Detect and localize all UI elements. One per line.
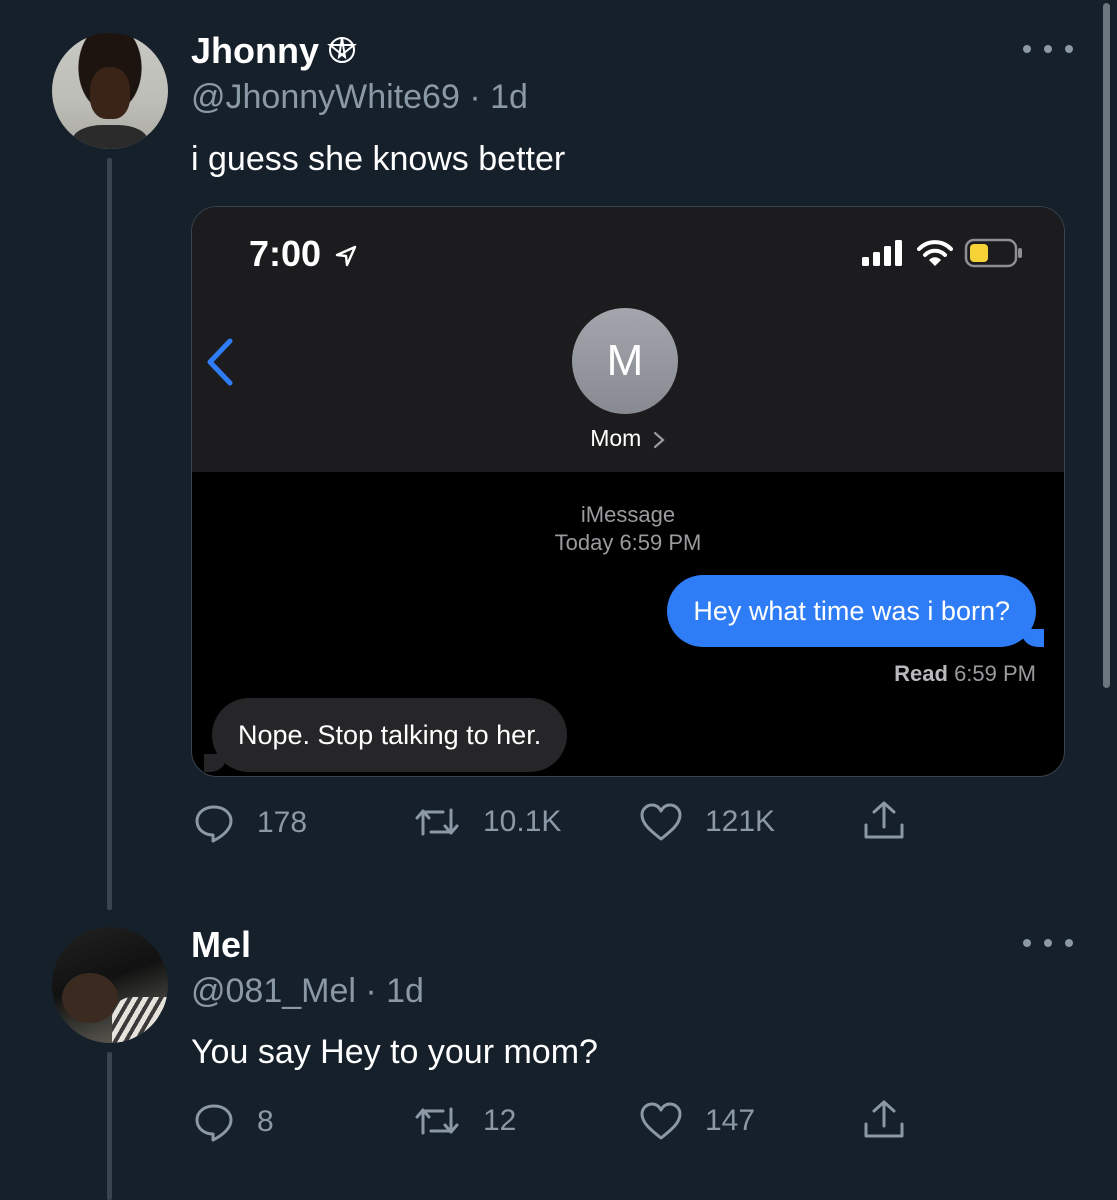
avatar-mel[interactable]: [52, 927, 168, 1043]
back-chevron-icon[interactable]: [204, 337, 236, 387]
like-button[interactable]: 147: [639, 1101, 755, 1141]
imessage-header: 7:00 M Mom: [192, 207, 1064, 472]
retweet-button[interactable]: 12: [413, 1101, 516, 1141]
like-button[interactable]: 121K: [639, 802, 775, 842]
tweet-media-image[interactable]: 7:00 M Mom iMessage Today 6:59 PM Hey wh…: [191, 206, 1065, 777]
thread-line-top: [107, 158, 112, 910]
chevron-right-icon: [653, 431, 665, 449]
tweet-text-jhonny: i guess she knows better: [191, 140, 566, 178]
share-icon: [864, 1100, 904, 1138]
retweet-count: 12: [483, 1104, 517, 1137]
conversation-timestamp: iMessage Today 6:59 PM: [554, 502, 702, 555]
more-options-icon[interactable]: [1023, 42, 1073, 56]
like-count: 121K: [705, 805, 776, 838]
location-arrow-icon: [335, 246, 357, 267]
pentagram-icon: [327, 32, 357, 74]
reply-count: 178: [257, 806, 308, 839]
battery-icon: [964, 238, 1022, 268]
contact-avatar[interactable]: M: [572, 308, 678, 414]
handle-mel[interactable]: @081_Mel · 1d: [191, 972, 424, 1011]
share-button[interactable]: [862, 1098, 928, 1142]
wifi-icon: [917, 240, 953, 266]
reply-button[interactable]: 8: [193, 1101, 274, 1143]
signal-icon: [862, 240, 902, 266]
retweet-icon: [415, 1107, 459, 1135]
reply-icon: [195, 1104, 233, 1142]
share-button[interactable]: [862, 799, 928, 843]
tweet-text-mel: You say Hey to your mom?: [191, 1033, 598, 1071]
heart-icon: [640, 803, 682, 841]
avatar-jhonny[interactable]: [52, 33, 168, 149]
like-count: 147: [705, 1104, 756, 1137]
reply-count: 8: [257, 1105, 274, 1138]
outgoing-message-bubble: Hey what time was i born?: [667, 575, 1044, 647]
status-bar-time: 7:00: [249, 233, 359, 275]
retweet-button[interactable]: 10.1K: [413, 802, 561, 842]
retweet-count: 10.1K: [483, 805, 562, 838]
display-name-jhonny[interactable]: Jhonny: [191, 30, 357, 74]
read-receipt: Read 6:59 PM: [894, 661, 1036, 686]
scrollbar[interactable]: [1103, 3, 1110, 688]
share-icon: [864, 801, 904, 839]
reply-icon: [195, 805, 233, 843]
thread-line-bottom: [107, 1052, 112, 1200]
display-name-text[interactable]: Jhonny: [191, 30, 319, 71]
display-name-mel[interactable]: Mel: [191, 924, 251, 966]
heart-icon: [640, 1102, 682, 1140]
reply-button[interactable]: 178: [193, 802, 307, 844]
retweet-icon: [415, 808, 459, 836]
incoming-message-bubble: Nope. Stop talking to her.: [203, 698, 568, 772]
contact-name[interactable]: Mom: [192, 425, 1064, 452]
handle-jhonny[interactable]: @JhonnyWhite69 · 1d: [191, 78, 528, 117]
more-options-icon[interactable]: [1023, 936, 1073, 950]
